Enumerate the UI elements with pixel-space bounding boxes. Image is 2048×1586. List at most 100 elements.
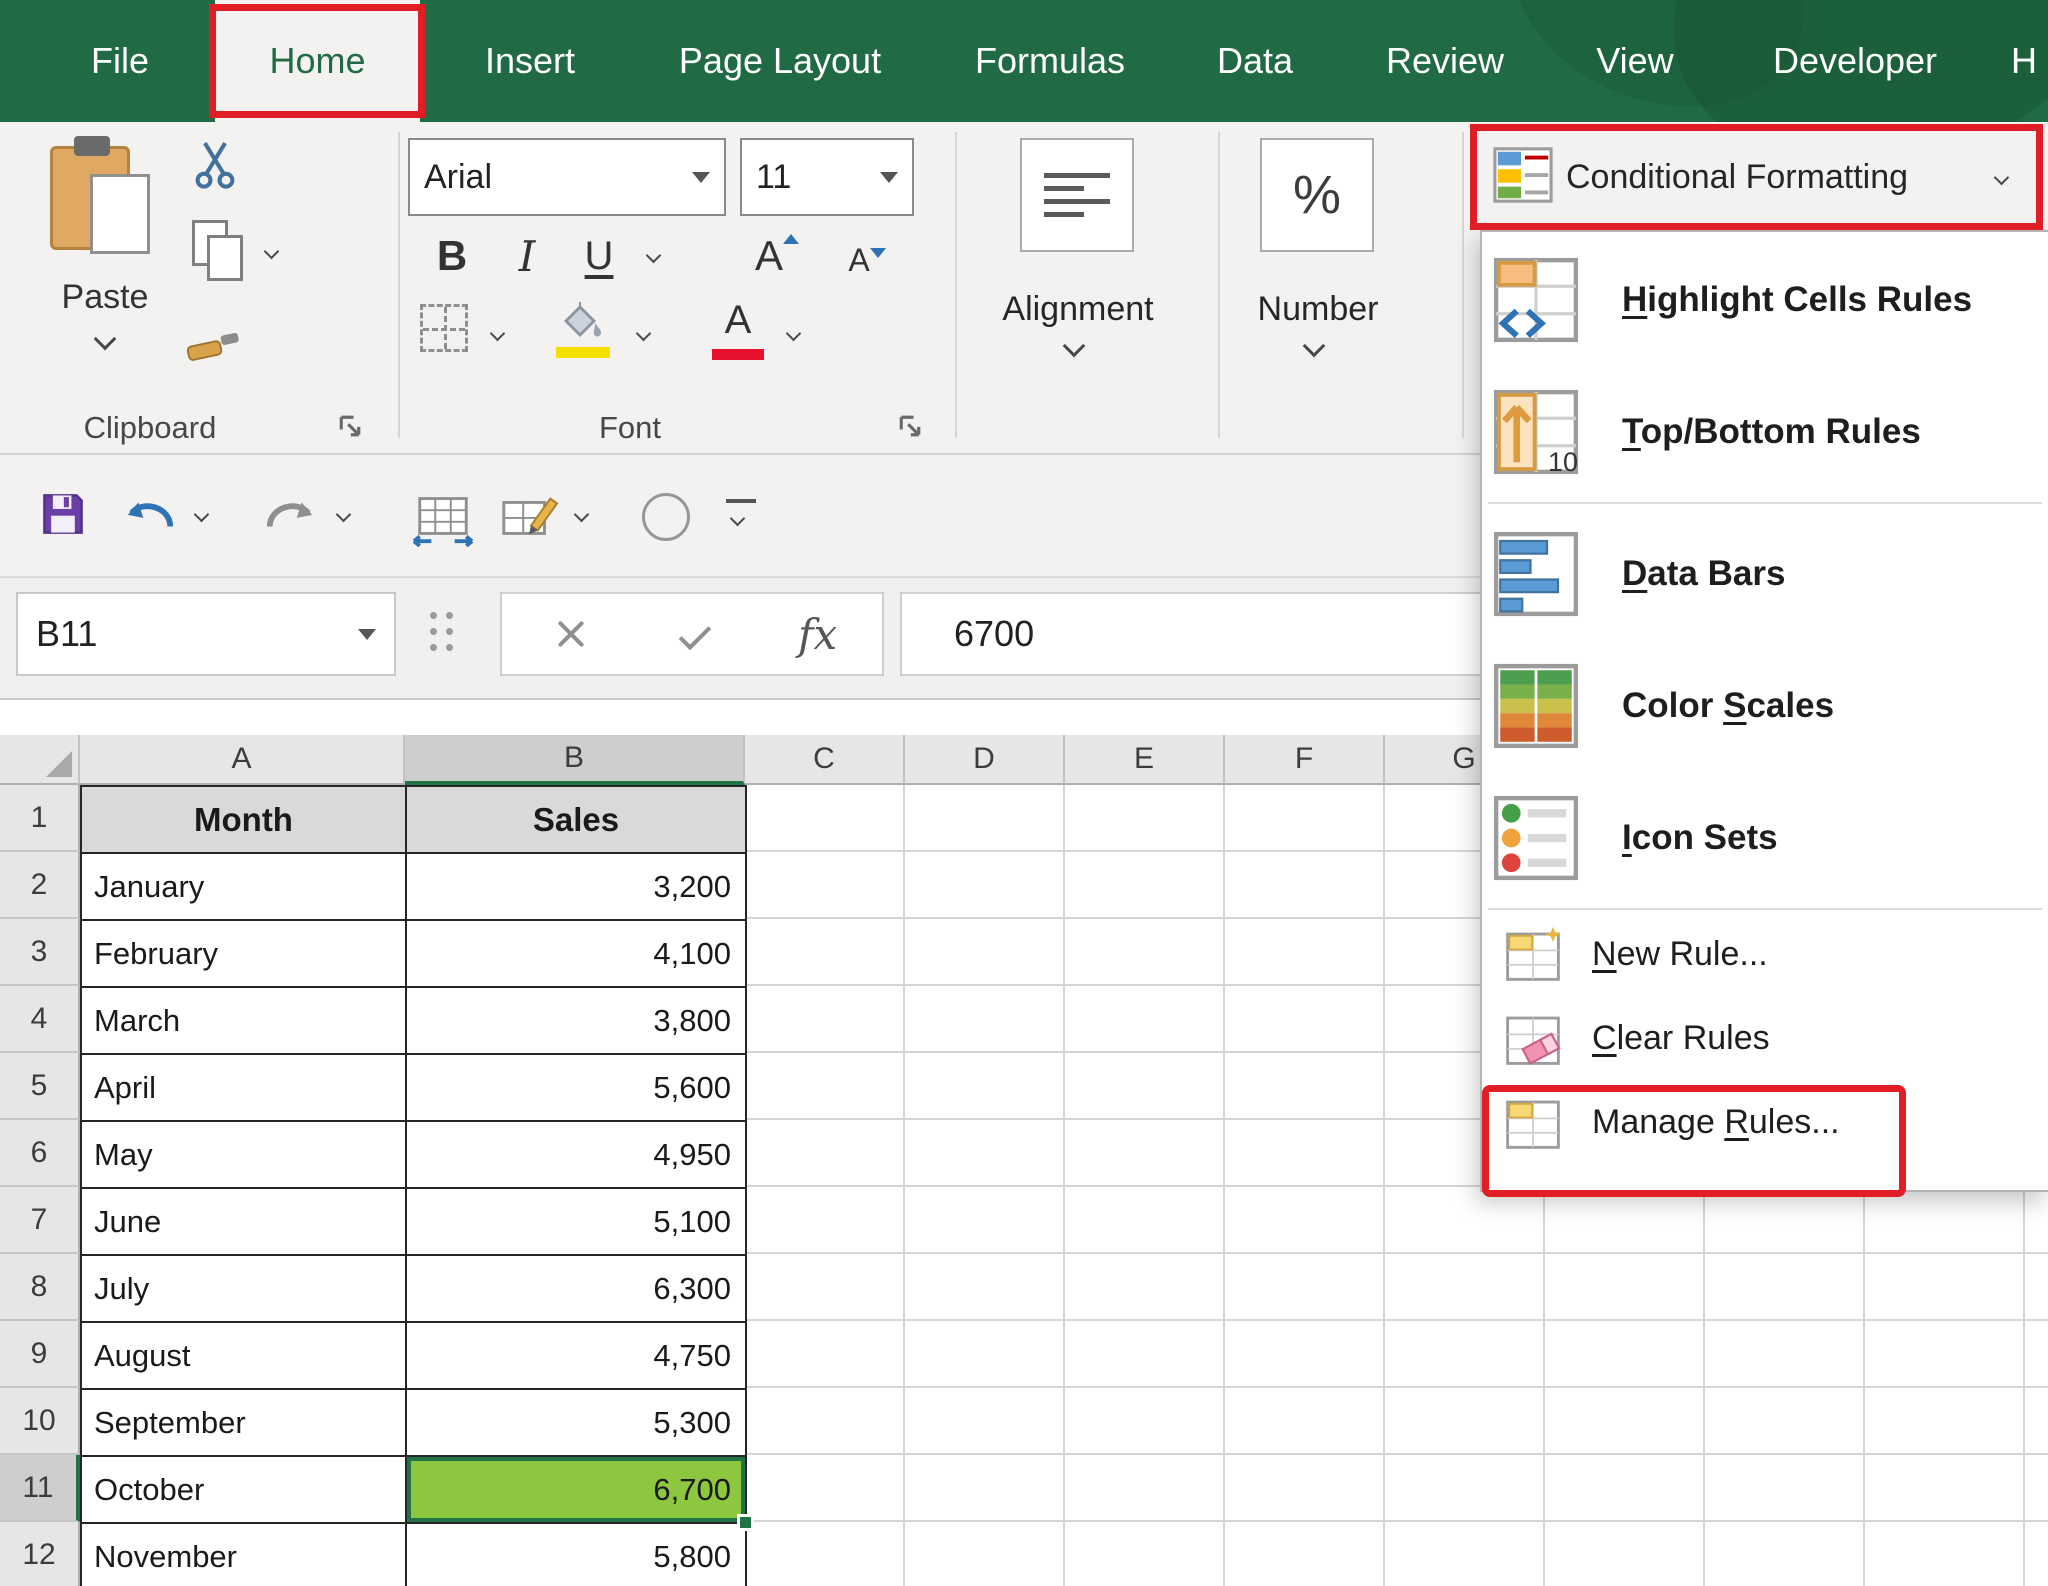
menu-item-data-bars[interactable]: Data Bars (1482, 508, 2048, 640)
cell-A2[interactable]: January (82, 854, 407, 921)
cell-B1[interactable]: Sales (407, 787, 747, 854)
select-all-corner[interactable] (0, 735, 80, 785)
menu-item-color-scales[interactable]: Color Scales (1482, 640, 2048, 772)
col-header-e[interactable]: E (1065, 735, 1225, 785)
tab-developer[interactable]: Developer (1740, 0, 1970, 122)
cell-B2[interactable]: 3,200 (407, 854, 747, 921)
underline-button[interactable]: U (564, 222, 634, 290)
tab-help-clipped[interactable]: H (2000, 0, 2048, 122)
cell-A12[interactable]: November (82, 1524, 407, 1586)
row-header[interactable]: 3 (0, 919, 80, 986)
increase-font-size-button[interactable]: A (742, 222, 796, 290)
cell-B8[interactable]: 6,300 (407, 1256, 747, 1323)
cut-button[interactable] (188, 138, 242, 197)
name-box[interactable]: B11 (16, 592, 396, 676)
fill-handle[interactable] (737, 1514, 754, 1531)
format-painter-button[interactable] (186, 322, 244, 371)
menu-item-new-rule[interactable]: New Rule... (1482, 912, 2048, 996)
row-header[interactable]: 1 (0, 785, 80, 852)
font-size-select[interactable]: 11 (740, 138, 914, 216)
formula-bar-drag-handle[interactable] (430, 612, 453, 651)
cell-A4[interactable]: March (82, 988, 407, 1055)
menu-item-highlight-cells-rules[interactable]: Highlight Cells Rules (1482, 234, 2048, 366)
clipboard-dialog-launcher[interactable] (336, 412, 364, 445)
row-header[interactable]: 4 (0, 986, 80, 1053)
enter-button[interactable] (679, 618, 712, 651)
fill-color-button[interactable] (556, 300, 610, 358)
menu-item-clear-rules[interactable]: Clear Rules (1482, 996, 2048, 1080)
font-color-button[interactable]: A (712, 298, 764, 360)
tab-page-layout[interactable]: Page Layout (640, 0, 920, 122)
edit-tool-dropdown-chevron[interactable] (574, 507, 590, 523)
customize-qat-button[interactable] (726, 499, 756, 524)
cell-B7[interactable]: 5,100 (407, 1189, 747, 1256)
font-dialog-launcher[interactable] (896, 412, 924, 445)
undo-button[interactable] (120, 491, 178, 540)
selected-cell-B11[interactable]: 6,700 (407, 1457, 747, 1524)
cell-B4[interactable]: 3,800 (407, 988, 747, 1055)
cell-A7[interactable]: June (82, 1189, 407, 1256)
number-dropdown-chevron (1303, 335, 1326, 358)
cell-B3[interactable]: 4,100 (407, 921, 747, 988)
decrease-font-size-button[interactable]: A (836, 230, 882, 290)
tab-file[interactable]: File (45, 0, 195, 122)
fill-color-dropdown-chevron[interactable] (636, 326, 652, 342)
underline-dropdown-chevron[interactable] (646, 248, 662, 264)
bold-button[interactable]: B (416, 222, 488, 290)
row-header[interactable]: 9 (0, 1321, 80, 1388)
cell-A6[interactable]: May (82, 1122, 407, 1189)
edit-tool-button[interactable] (498, 485, 560, 552)
tab-data[interactable]: Data (1190, 0, 1320, 122)
row-header[interactable]: 5 (0, 1053, 80, 1120)
save-button[interactable] (36, 487, 90, 546)
cell-B9[interactable]: 4,750 (407, 1323, 747, 1390)
tab-data-label: Data (1217, 40, 1293, 82)
cell-A9[interactable]: August (82, 1323, 407, 1390)
borders-button[interactable] (420, 304, 468, 352)
font-name-select[interactable]: Arial (408, 138, 726, 216)
col-header-c[interactable]: C (745, 735, 905, 785)
italic-button[interactable]: I (494, 222, 560, 290)
paste-button[interactable]: Paste (30, 134, 180, 352)
cell-A1[interactable]: Month (82, 787, 407, 854)
row-header-11[interactable]: 11 (0, 1455, 80, 1522)
redo-button[interactable] (262, 491, 320, 540)
menu-item-icon-sets[interactable]: Icon Sets (1482, 772, 2048, 904)
tab-insert[interactable]: Insert (450, 0, 610, 122)
font-color-dropdown-chevron[interactable] (786, 326, 802, 342)
cell-A11[interactable]: October (82, 1457, 407, 1524)
row-header[interactable]: 6 (0, 1120, 80, 1187)
col-header-f[interactable]: F (1225, 735, 1385, 785)
record-circle-icon[interactable] (642, 493, 690, 541)
tab-view[interactable]: View (1570, 0, 1700, 122)
col-header-b[interactable]: B (405, 735, 745, 785)
row-header[interactable]: 12 (0, 1522, 80, 1586)
table-tool-button[interactable] (412, 485, 474, 552)
borders-dropdown-chevron[interactable] (490, 326, 506, 342)
tab-formulas[interactable]: Formulas (950, 0, 1150, 122)
redo-dropdown-chevron[interactable] (336, 507, 352, 523)
row-header[interactable]: 8 (0, 1254, 80, 1321)
col-header-d[interactable]: D (905, 735, 1065, 785)
row-header[interactable]: 2 (0, 852, 80, 919)
tab-review[interactable]: Review (1360, 0, 1530, 122)
cell-A3[interactable]: February (82, 921, 407, 988)
cancel-button[interactable] (554, 617, 588, 651)
conditional-formatting-chevron (1994, 170, 2010, 186)
tab-home[interactable]: Home (215, 0, 420, 122)
menu-item-top-bottom-rules[interactable]: 10 Top/Bottom Rules (1482, 366, 2048, 498)
menu-item-manage-rules[interactable]: Manage Rules... (1482, 1080, 2048, 1164)
cell-B12[interactable]: 5,800 (407, 1524, 747, 1586)
cell-A5[interactable]: April (82, 1055, 407, 1122)
cell-B6[interactable]: 4,950 (407, 1122, 747, 1189)
cell-A8[interactable]: July (82, 1256, 407, 1323)
col-header-a[interactable]: A (80, 735, 405, 785)
copy-dropdown-chevron[interactable] (264, 244, 280, 260)
cell-A10[interactable]: September (82, 1390, 407, 1457)
row-header[interactable]: 7 (0, 1187, 80, 1254)
cell-B10[interactable]: 5,300 (407, 1390, 747, 1457)
undo-dropdown-chevron[interactable] (194, 507, 210, 523)
row-header[interactable]: 10 (0, 1388, 80, 1455)
cell-B5[interactable]: 5,600 (407, 1055, 747, 1122)
insert-function-button[interactable]: fx (798, 610, 837, 659)
